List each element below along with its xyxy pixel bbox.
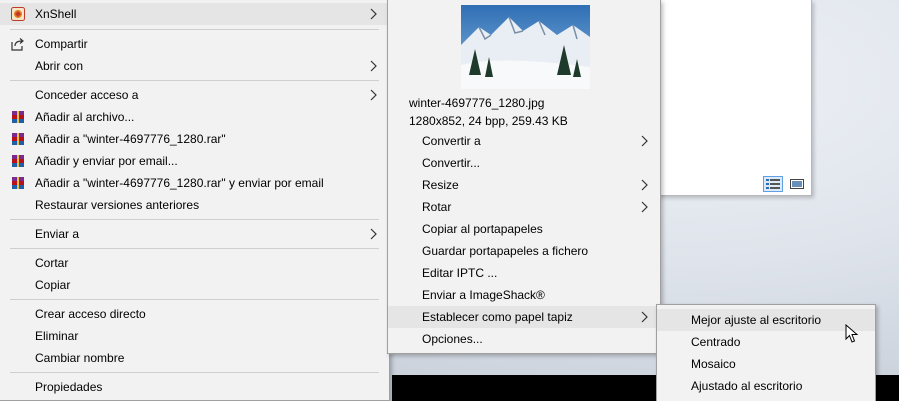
menu-item-label: Mejor ajuste al escritorio	[691, 313, 822, 327]
menu-item-label: Establecer como papel tapiz	[422, 310, 573, 324]
chevron-right-icon	[370, 60, 377, 72]
menu-item-crear-acceso[interactable]: Crear acceso directo	[0, 303, 389, 325]
menu-item-label: Añadir a "winter-4697776_1280.rar"	[35, 132, 226, 146]
menu-separator	[10, 299, 379, 300]
menu-item-ajustado[interactable]: Ajustado al escritorio	[657, 375, 875, 397]
image-preview-thumbnail	[461, 5, 590, 89]
menu-item-label: Crear acceso directo	[35, 307, 146, 321]
winrar-icon	[11, 176, 25, 190]
menu-separator	[10, 219, 379, 220]
details-view-icon[interactable]	[763, 176, 783, 192]
menu-item-eliminar[interactable]: Eliminar	[0, 325, 389, 347]
menu-item-mosaico[interactable]: Mosaico	[657, 353, 875, 375]
menu-separator	[10, 29, 379, 30]
menu-item-rotar[interactable]: Rotar	[388, 196, 660, 218]
menu-item-copiar-portapapeles[interactable]: Copiar al portapapeles	[388, 218, 660, 240]
menu-item-label: Conceder acceso a	[35, 88, 139, 102]
menu-item-label: Guardar portapapeles a fichero	[422, 244, 589, 258]
menu-item-label: XnShell	[35, 7, 77, 21]
menu-item-conceder-acceso[interactable]: Conceder acceso a	[0, 84, 389, 106]
chevron-right-icon	[641, 135, 648, 147]
chevron-right-icon	[641, 179, 648, 191]
menu-item-anadir-rar-email[interactable]: Añadir a "winter-4697776_1280.rar" y env…	[0, 172, 389, 194]
menu-item-mejor-ajuste[interactable]: Mejor ajuste al escritorio	[657, 309, 875, 331]
menu-item-centrado[interactable]: Centrado	[657, 331, 875, 353]
large-icons-view-icon[interactable]	[787, 176, 807, 192]
share-icon	[11, 37, 25, 51]
menu-item-label: Convertir a	[422, 134, 481, 148]
menu-item-abrir-con[interactable]: Abrir con	[0, 55, 389, 77]
menu-item-label: Editar IPTC ...	[422, 266, 498, 280]
winrar-icon	[11, 110, 25, 124]
menu-item-label: Copiar	[35, 278, 71, 292]
menu-item-editar-iptc[interactable]: Editar IPTC ...	[388, 262, 660, 284]
chevron-right-icon	[370, 8, 377, 20]
context-menu: XnShell Compartir Abrir con Conceder acc…	[0, 0, 390, 401]
menu-item-label: Cortar	[35, 256, 69, 270]
menu-item-label: Añadir al archivo...	[35, 110, 135, 124]
chevron-right-icon	[641, 201, 648, 213]
winrar-icon	[11, 132, 25, 146]
menu-item-xnshell[interactable]: XnShell	[0, 3, 389, 25]
menu-item-enviar-imageshack[interactable]: Enviar a ImageShack®	[388, 284, 660, 306]
chevron-right-icon	[641, 311, 648, 323]
menu-item-anadir-archivo[interactable]: Añadir al archivo...	[0, 106, 389, 128]
winrar-icon	[11, 154, 25, 168]
menu-item-label: Restaurar versiones anteriores	[35, 198, 200, 212]
menu-separator	[10, 80, 379, 81]
menu-separator	[10, 248, 379, 249]
menu-item-label: Enviar a ImageShack®	[422, 288, 545, 302]
menu-item-label: Cambiar nombre	[35, 351, 125, 365]
menu-item-label: Añadir y enviar por email...	[35, 154, 178, 168]
xnshell-icon	[11, 7, 25, 21]
menu-item-guardar-portapapeles[interactable]: Guardar portapapeles a fichero	[388, 240, 660, 262]
menu-item-label: Opciones...	[422, 332, 483, 346]
menu-item-compartir[interactable]: Compartir	[0, 33, 389, 55]
menu-item-propiedades[interactable]: Propiedades	[0, 376, 389, 398]
wallpaper-submenu: Mejor ajuste al escritorio Centrado Mosa…	[656, 304, 876, 401]
menu-item-convertir-a[interactable]: Convertir a	[388, 130, 660, 152]
preview-file-info: 1280x852, 24 bpp, 259.43 KB	[409, 114, 568, 128]
menu-item-label: Ajustado al escritorio	[691, 379, 803, 393]
menu-item-label: Enviar a	[35, 227, 80, 241]
chevron-right-icon	[370, 89, 377, 101]
menu-item-label: Mosaico	[691, 357, 736, 371]
chevron-right-icon	[370, 228, 377, 240]
menu-item-label: Convertir...	[422, 156, 481, 170]
menu-item-label: Añadir a "winter-4697776_1280.rar" y env…	[35, 176, 324, 190]
menu-item-anadir-rar[interactable]: Añadir a "winter-4697776_1280.rar"	[0, 128, 389, 150]
menu-item-label: Centrado	[691, 335, 741, 349]
menu-item-label: Copiar al portapapeles	[422, 222, 543, 236]
xnshell-submenu: winter-4697776_1280.jpg 1280x852, 24 bpp…	[387, 0, 661, 354]
menu-item-label: Rotar	[422, 200, 452, 214]
menu-item-restaurar-versiones[interactable]: Restaurar versiones anteriores	[0, 194, 389, 216]
menu-item-label: Abrir con	[35, 59, 84, 73]
menu-item-label: Propiedades	[35, 380, 103, 394]
menu-item-cambiar-nombre[interactable]: Cambiar nombre	[0, 347, 389, 369]
menu-separator	[10, 372, 379, 373]
menu-item-copiar[interactable]: Copiar	[0, 274, 389, 296]
menu-item-label: Eliminar	[35, 329, 79, 343]
mouse-pointer-icon	[845, 324, 859, 343]
menu-item-anadir-email[interactable]: Añadir y enviar por email...	[0, 150, 389, 172]
menu-item-label: Compartir	[35, 37, 88, 51]
menu-item-enviar-a[interactable]: Enviar a	[0, 223, 389, 245]
menu-item-convertir[interactable]: Convertir...	[388, 152, 660, 174]
menu-item-label: Resize	[422, 178, 459, 192]
menu-item-cortar[interactable]: Cortar	[0, 252, 389, 274]
menu-item-establecer-papel-tapiz[interactable]: Establecer como papel tapiz	[388, 306, 660, 328]
menu-item-resize[interactable]: Resize	[388, 174, 660, 196]
menu-item-opciones[interactable]: Opciones...	[388, 328, 660, 350]
preview-filename: winter-4697776_1280.jpg	[409, 96, 545, 110]
